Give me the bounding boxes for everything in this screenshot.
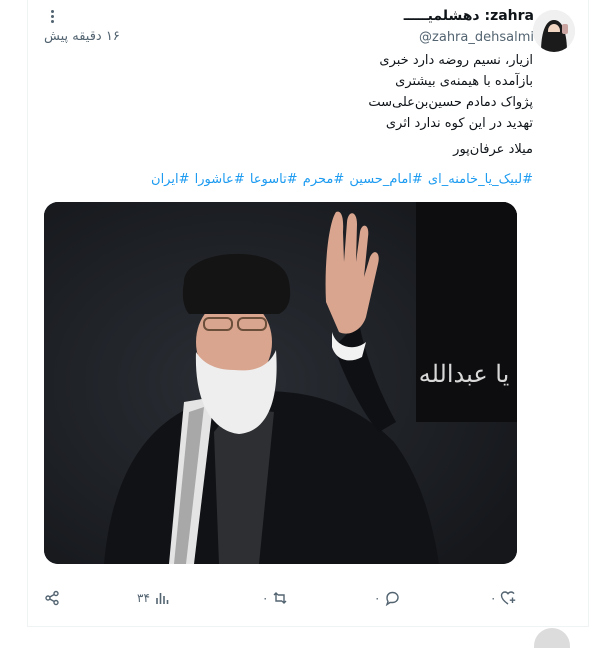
share-button[interactable] xyxy=(44,590,60,606)
next-tweet-avatar[interactable] xyxy=(534,628,570,648)
views-bar-icon xyxy=(156,593,169,604)
retweet-icon xyxy=(273,592,287,604)
timestamp[interactable]: ۱۶ دقیقه پیش xyxy=(44,29,120,44)
like-button[interactable]: ۰ xyxy=(490,590,516,606)
views-count: ۳۴ xyxy=(137,591,150,605)
retweet-button[interactable]: ۰ xyxy=(262,590,288,606)
reply-icon xyxy=(386,591,400,606)
tweet-line: بازآمده با هیمنه‌ی بیشتری xyxy=(395,74,533,89)
retweet-count: ۰ xyxy=(262,591,269,605)
views-button[interactable]: ۳۴ xyxy=(137,590,170,606)
hashtag-list[interactable]: #لبیک_یا_خامنه_ای #امام_حسین #محرم #تاسو… xyxy=(151,172,533,187)
username[interactable]: @zahra_dehsalmi xyxy=(419,30,534,45)
more-dots-icon[interactable] xyxy=(45,8,59,26)
tweet-card[interactable]: zahra: دهشلمیـــــ @zahra_dehsalmi ۱۶ دق… xyxy=(27,0,589,627)
avatar[interactable] xyxy=(533,10,575,52)
display-name[interactable]: zahra: دهشلمیـــــ xyxy=(404,8,534,24)
tweet-line: تهدید در این کوه ندارد اثری xyxy=(385,116,533,131)
reply-count: ۰ xyxy=(374,591,381,605)
like-count: ۰ xyxy=(490,591,497,605)
tweet-line: پژواک دمادم حسین‌بن‌علی‌ست xyxy=(368,95,533,110)
tweet-photo[interactable]: یا عبدالله xyxy=(44,202,517,564)
reply-button[interactable]: ۰ xyxy=(374,590,400,606)
poet-name: میلاد عرفان‌پور xyxy=(453,142,533,157)
tweet-text: ازیار، نسیم روضه دارد خبری بازآمده با هی… xyxy=(113,50,533,134)
share-icon xyxy=(45,590,59,606)
action-bar: ۳۴ ۰ ۰ ۰ xyxy=(44,590,517,614)
tweet-line: ازیار، نسیم روضه دارد خبری xyxy=(379,53,533,68)
banner-calligraphy: یا عبدالله xyxy=(419,360,510,388)
heart-plus-icon xyxy=(501,591,516,605)
author-line: zahra: دهشلمیـــــ xyxy=(404,8,534,24)
